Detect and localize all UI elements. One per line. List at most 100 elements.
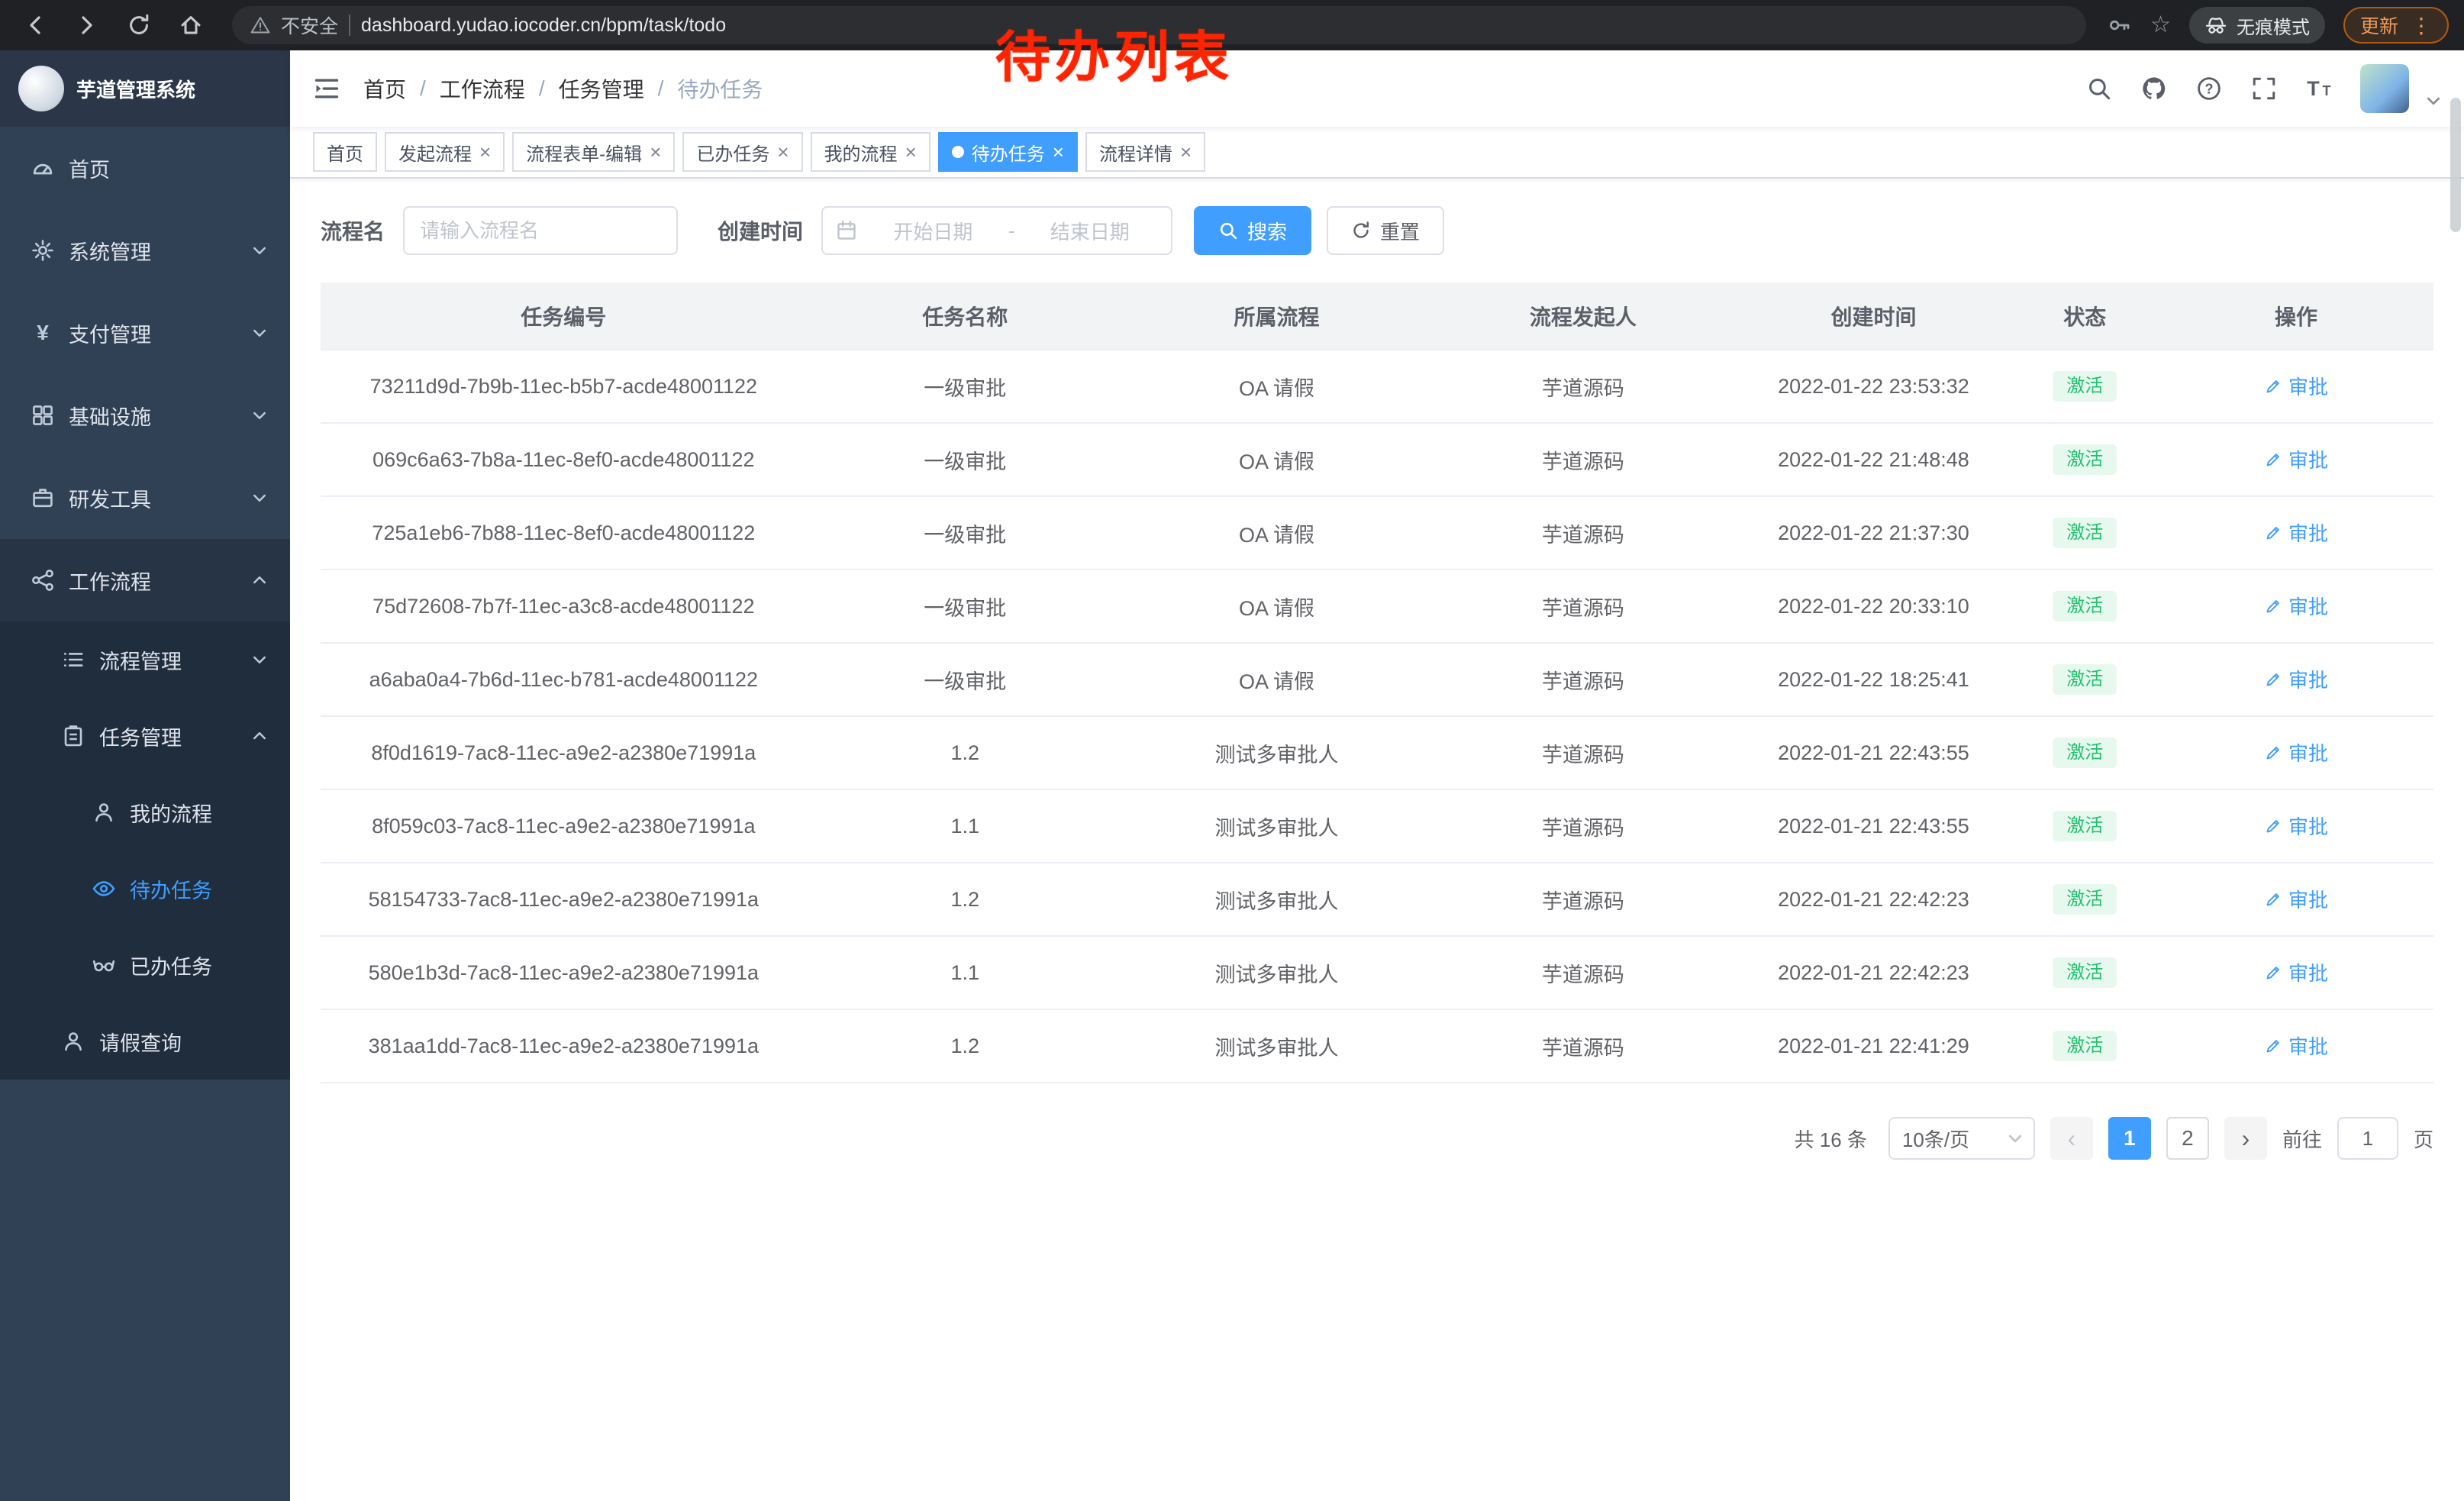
close-icon[interactable]: × [905,142,917,162]
github-icon[interactable] [2140,75,2168,102]
sidebar-item-system[interactable]: 系统管理 [0,209,290,292]
reload-icon [127,13,151,37]
sidebar-item-payment[interactable]: ¥ 支付管理 [0,292,290,374]
breadcrumb-home[interactable]: 首页 [363,73,406,104]
tab-done-tasks[interactable]: 已办任务 × [682,132,802,172]
reload-button[interactable] [119,5,159,45]
chevron-down-icon [250,241,269,260]
close-icon[interactable]: × [650,142,661,162]
pagination-total: 共 16 条 [1795,1125,1867,1153]
table-row: 725a1eb6-7b88-11ec-8ef0-acde48001122 一级审… [321,496,2433,570]
password-key-icon[interactable] [2108,13,2132,37]
cell-task-id: 069c6a63-7b8a-11ec-8ef0-acde48001122 [321,423,807,496]
help-icon[interactable]: ? [2195,75,2223,102]
page-size-select[interactable]: 10条/页 [1888,1117,2035,1160]
prev-page-button[interactable]: ‹ [2050,1117,2093,1160]
annotation-overlay: 待办列表 [995,12,1234,92]
refresh-icon [1351,221,1371,240]
close-icon[interactable]: × [1180,142,1192,162]
bookmark-star-icon[interactable]: ☆ [2150,14,2171,37]
chevron-up-icon [250,571,269,589]
navbar: 首页 / 工作流程 / 任务管理 / 待办任务 ? TT [290,50,2464,127]
tab-my-process[interactable]: 我的流程 × [811,132,930,172]
chevron-down-icon [2006,1129,2024,1148]
goto-page-input[interactable] [2337,1117,2398,1160]
tab-home[interactable]: 首页 [313,132,377,172]
close-icon[interactable]: × [777,142,789,162]
approve-link[interactable]: 审批 [2264,958,2328,986]
next-page-button[interactable]: › [2224,1117,2267,1160]
cell-status: 激活 [2011,643,2159,716]
header-task-id: 任务编号 [321,282,807,350]
page-button-1[interactable]: 1 [2108,1117,2151,1160]
sidebar-item-done-tasks[interactable]: 已办任务 [0,927,290,1003]
approve-label: 审批 [2288,445,2328,473]
status-badge: 激活 [2053,1031,2117,1062]
approve-label: 审批 [2288,885,2328,913]
sidebar-item-process-management[interactable]: 流程管理 [0,621,290,698]
sidebar-item-my-process[interactable]: 我的流程 [0,774,290,851]
close-icon[interactable]: × [1053,142,1064,162]
sidebar-item-todo-tasks[interactable]: 待办任务 [0,851,290,927]
process-name-label: 流程名 [321,215,385,246]
search-icon[interactable] [2085,75,2113,102]
approve-link[interactable]: 审批 [2264,372,2328,400]
approve-link[interactable]: 审批 [2264,592,2328,620]
page-scrollbar[interactable] [2450,98,2461,232]
sidebar-item-label: 待办任务 [130,874,212,904]
tab-process-detail[interactable]: 流程详情 × [1085,132,1205,172]
table-header-row: 任务编号 任务名称 所属流程 流程发起人 创建时间 状态 操作 [321,282,2433,350]
search-button[interactable]: 搜索 [1194,206,1311,255]
approve-link[interactable]: 审批 [2264,738,2328,767]
sidebar-item-label: 首页 [69,153,110,183]
breadcrumb-task-management[interactable]: 任务管理 [559,73,644,104]
cell-process: 测试多审批人 [1124,863,1430,936]
tab-todo-tasks[interactable]: 待办任务 × [938,132,1078,172]
approve-link[interactable]: 审批 [2264,445,2328,473]
approve-link[interactable]: 审批 [2264,812,2328,840]
breadcrumb-workflow[interactable]: 工作流程 [440,73,525,104]
chrome-update-button[interactable]: 更新 ⋮ [2343,7,2449,44]
close-icon[interactable]: × [479,142,491,162]
home-button[interactable] [171,5,211,45]
back-button[interactable] [15,5,55,45]
more-menu-icon[interactable]: ⋮ [2411,13,2432,38]
forward-button[interactable] [67,5,107,45]
sidebar-collapse-button[interactable] [290,50,363,127]
approve-link[interactable]: 审批 [2264,665,2328,693]
avatar[interactable] [2360,64,2409,113]
svg-text:T: T [2307,77,2320,100]
create-time-range-picker[interactable]: 开始日期 - 结束日期 [821,206,1172,255]
sidebar-item-infrastructure[interactable]: 基础设施 [0,374,290,457]
incognito-badge: 无痕模式 [2189,7,2325,44]
tab-start-process[interactable]: 发起流程 × [385,132,505,172]
sidebar-logo[interactable]: 芋道管理系统 [0,50,290,127]
sidebar-item-workflow[interactable]: 工作流程 [0,539,290,621]
reset-button[interactable]: 重置 [1327,206,1444,255]
approve-link[interactable]: 审批 [2264,885,2328,913]
sidebar-item-home[interactable]: 首页 [0,127,290,209]
cell-action: 审批 [2159,643,2433,716]
search-icon [1218,221,1238,240]
navbar-actions: ? TT [2085,64,2464,113]
sidebar-item-leave-query[interactable]: 请假查询 [0,1003,290,1080]
sidebar-item-devtools[interactable]: 研发工具 [0,457,290,539]
cell-status: 激活 [2011,1009,2159,1083]
page-button-2[interactable]: 2 [2166,1117,2209,1160]
breadcrumb-separator: / [539,76,545,101]
cell-task-name: 一级审批 [807,570,1124,643]
approve-link[interactable]: 审批 [2264,518,2328,547]
tab-process-form-edit[interactable]: 流程表单-编辑 × [512,132,675,172]
tab-label: 已办任务 [696,139,769,166]
process-name-input[interactable] [403,206,678,255]
breadcrumb: 首页 / 工作流程 / 任务管理 / 待办任务 [363,73,763,104]
cell-action: 审批 [2159,1009,2433,1083]
filter-bar: 流程名 创建时间 开始日期 - 结束日期 搜索 重置 [321,206,2433,255]
cell-action: 审批 [2159,863,2433,936]
sidebar-item-task-management[interactable]: 任务管理 [0,698,290,774]
app-title: 芋道管理系统 [76,75,195,103]
fullscreen-icon[interactable] [2250,75,2278,102]
cell-process: OA 请假 [1124,350,1430,423]
font-size-icon[interactable]: TT [2305,75,2333,102]
approve-link[interactable]: 审批 [2264,1031,2328,1060]
